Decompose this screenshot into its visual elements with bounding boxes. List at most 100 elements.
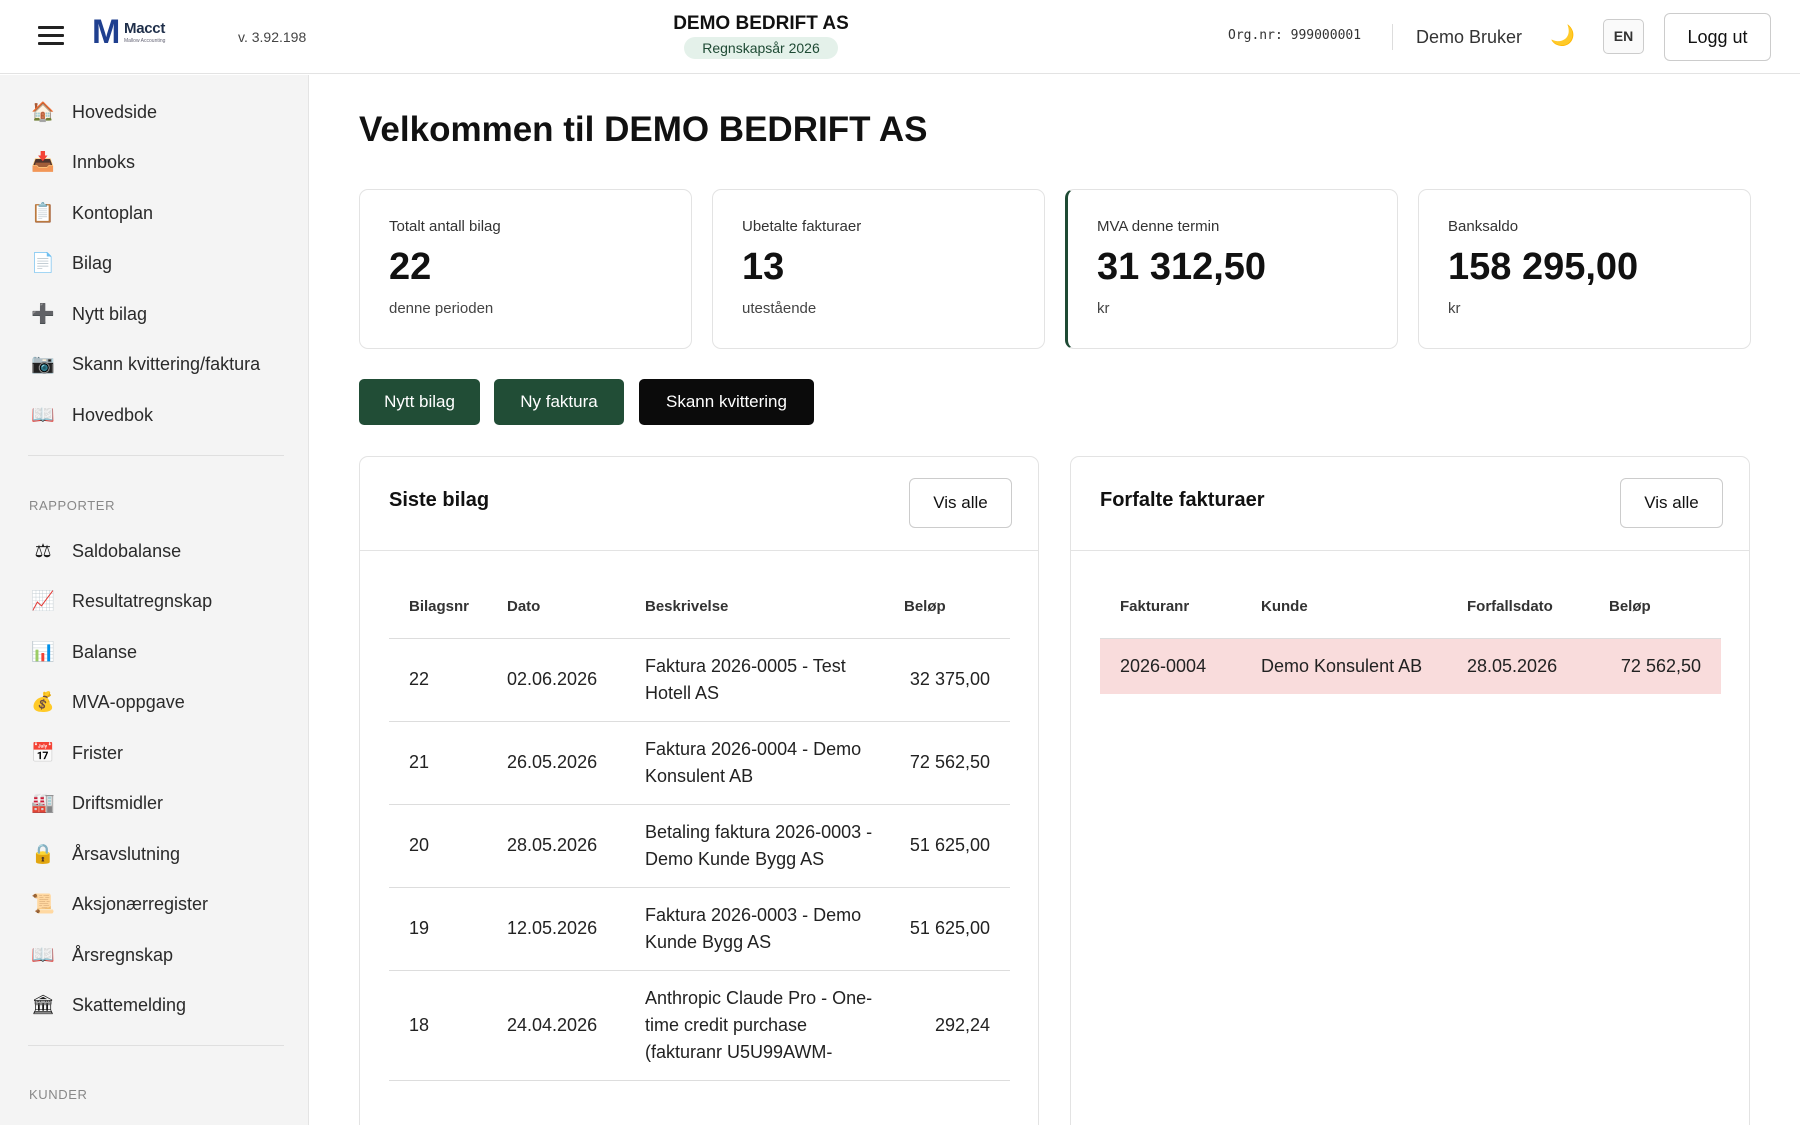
- table-header-row: Bilagsnr Dato Beskrivelse Beløp: [389, 576, 1010, 639]
- sidebar-item-saldobalanse[interactable]: ⚖ Saldobalanse: [0, 530, 309, 574]
- table-row[interactable]: 22 02.06.2026 Faktura 2026-0005 - Test H…: [389, 638, 1010, 722]
- top-header: M Macct Mallow Accounting v. 3.92.198 DE…: [0, 0, 1800, 74]
- invoice-number: 2026-0004: [1100, 638, 1241, 694]
- column-header[interactable]: Dato: [487, 576, 625, 639]
- sidebar-item-label: Nytt bilag: [72, 304, 148, 324]
- sidebar-item-driftsmidler[interactable]: 🏭 Driftsmidler: [0, 782, 309, 826]
- stat-card-vouchers: Totalt antall bilag 22 denne perioden: [359, 189, 692, 349]
- bar-chart-icon: 📊: [31, 642, 55, 663]
- column-header[interactable]: Beskrivelse: [625, 576, 884, 639]
- sidebar-item-label: Frister: [72, 743, 123, 763]
- stat-value: 13: [742, 246, 785, 288]
- column-header[interactable]: Bilagsnr: [389, 576, 487, 639]
- sidebar-item-label: Årsavslutning: [72, 844, 181, 864]
- dark-mode-icon[interactable]: 🌙: [1550, 23, 1575, 48]
- stat-value: 158 295,00: [1448, 246, 1639, 288]
- scan-receipt-button[interactable]: Skann kvittering: [639, 379, 814, 425]
- panel-title: Forfalte fakturaer: [1100, 489, 1265, 511]
- logo-tagline: Mallow Accounting: [124, 38, 166, 44]
- sidebar-item-label: Skann kvittering/faktura: [72, 354, 261, 374]
- voucher-date: 12.05.2026: [487, 887, 625, 971]
- voucher-description: Faktura 2026-0003 - Demo Kunde Bygg AS: [625, 887, 884, 971]
- column-header[interactable]: Beløp: [884, 576, 1010, 639]
- view-all-vouchers-button[interactable]: Vis alle: [909, 478, 1012, 528]
- new-voucher-button[interactable]: Nytt bilag: [359, 379, 480, 425]
- sidebar-item-label: Balanse: [72, 642, 138, 662]
- stat-card-vat: MVA denne termin 31 312,50 kr: [1065, 189, 1398, 349]
- sidebar-item-label: Bilag: [72, 253, 113, 273]
- sidebar-item-label: Resultatregnskap: [72, 591, 213, 611]
- app-logo[interactable]: M Macct Mallow Accounting: [92, 13, 182, 51]
- sidebar-item-nytt-bilag[interactable]: ➕ Nytt bilag: [0, 293, 309, 337]
- column-header[interactable]: Beløp: [1589, 576, 1721, 639]
- scales-icon: ⚖: [34, 541, 52, 562]
- voucher-date: 26.05.2026: [487, 721, 625, 805]
- sidebar-item-skann[interactable]: 📷 Skann kvittering/faktura: [0, 343, 309, 387]
- sidebar-item-label: Driftsmidler: [72, 793, 164, 813]
- scroll-icon: 📜: [31, 894, 55, 915]
- panel-title: Siste bilag: [389, 489, 490, 511]
- panel-divider: [1071, 550, 1749, 551]
- sidebar-item-skattemelding[interactable]: 🏛 Skattemelding: [0, 984, 309, 1028]
- sidebar-item-arsregnskap[interactable]: 📖 Årsregnskap: [0, 934, 309, 978]
- sidebar-item-label: MVA-oppgave: [72, 692, 185, 712]
- stat-subtext: denne perioden: [389, 300, 494, 317]
- table-row[interactable]: 21 26.05.2026 Faktura 2026-0004 - Demo K…: [389, 721, 1010, 805]
- sidebar-item-resultatregnskap[interactable]: 📈 Resultatregnskap: [0, 580, 309, 624]
- recent-vouchers-panel: Siste bilag Vis alle Bilagsnr Dato Beskr…: [359, 456, 1039, 1125]
- sidebar-item-frister[interactable]: 📅 Frister: [0, 732, 309, 776]
- sidebar-item-balanse[interactable]: 📊 Balanse: [0, 631, 309, 675]
- factory-icon: 🏭: [31, 793, 55, 814]
- sidebar-divider: [28, 1045, 284, 1046]
- section-title-rapporter: RAPPORTER: [29, 498, 116, 513]
- voucher-date: 02.06.2026: [487, 638, 625, 722]
- voucher-number: 21: [389, 721, 487, 805]
- sidebar-item-kontoplan[interactable]: 📋 Kontoplan: [0, 192, 309, 236]
- voucher-amount: 51 625,00: [884, 804, 1010, 888]
- sidebar-item-label: Årsregnskap: [72, 945, 174, 965]
- sidebar-divider: [28, 455, 284, 456]
- logout-button[interactable]: Logg ut: [1664, 13, 1771, 61]
- org-number: Org.nr: 999000001: [1228, 28, 1362, 43]
- menu-icon[interactable]: [38, 26, 64, 46]
- app-version: v. 3.92.198: [238, 29, 307, 45]
- voucher-amount: 51 625,00: [884, 887, 1010, 971]
- book-icon: 📖: [31, 405, 55, 426]
- logo-mark: M: [92, 13, 121, 51]
- voucher-description: Anthropic Claude Pro - One-time credit p…: [625, 970, 884, 1081]
- sidebar-item-hovedside[interactable]: 🏠 Hovedside: [0, 91, 309, 135]
- user-name: Demo Bruker: [1416, 27, 1523, 47]
- voucher-description: Faktura 2026-0004 - Demo Konsulent AB: [625, 721, 884, 805]
- stat-value: 31 312,50: [1097, 246, 1267, 288]
- sidebar-item-label: Kontoplan: [72, 203, 154, 223]
- new-invoice-button[interactable]: Ny faktura: [494, 379, 624, 425]
- stat-card-bank-balance: Banksaldo 158 295,00 kr: [1418, 189, 1751, 349]
- table-row[interactable]: 19 12.05.2026 Faktura 2026-0003 - Demo K…: [389, 887, 1010, 971]
- column-header[interactable]: Fakturanr: [1100, 576, 1241, 639]
- voucher-amount: 292,24: [884, 970, 1010, 1081]
- sidebar-item-hovedbok[interactable]: 📖 Hovedbok: [0, 394, 309, 438]
- language-button[interactable]: EN: [1603, 19, 1644, 54]
- view-all-invoices-button[interactable]: Vis alle: [1620, 478, 1723, 528]
- table-row[interactable]: 18 24.04.2026 Anthropic Claude Pro - One…: [389, 970, 1010, 1081]
- sidebar-item-bilag[interactable]: 📄 Bilag: [0, 242, 309, 286]
- stat-card-unpaid-invoices: Ubetalte fakturaer 13 utestående: [712, 189, 1045, 349]
- camera-icon: 📷: [31, 354, 55, 375]
- fiscal-year-badge: Regnskapsår 2026: [684, 37, 838, 59]
- column-header[interactable]: Forfallsdato: [1447, 576, 1589, 639]
- sidebar-item-mva-oppgave[interactable]: 💰 MVA-oppgave: [0, 681, 309, 725]
- overdue-invoices-panel: Forfalte fakturaer Vis alle Fakturanr Ku…: [1070, 456, 1750, 1125]
- column-header[interactable]: Kunde: [1241, 576, 1447, 639]
- sidebar-item-aksjonaerregister[interactable]: 📜 Aksjonærregister: [0, 883, 309, 927]
- logo-text: Macct: [124, 20, 166, 37]
- sidebar-item-arsavslutning[interactable]: 🔒 Årsavslutning: [0, 833, 309, 877]
- money-bag-icon: 💰: [31, 692, 55, 713]
- table-row[interactable]: 20 28.05.2026 Betaling faktura 2026-0003…: [389, 804, 1010, 888]
- calendar-icon: 📅: [31, 743, 55, 764]
- table-row[interactable]: 2026-0004 Demo Konsulent AB 28.05.2026 7…: [1100, 638, 1721, 694]
- document-icon: 📄: [31, 253, 55, 274]
- stat-label: Totalt antall bilag: [389, 218, 501, 235]
- company-name: DEMO BEDRIFT AS: [673, 13, 849, 34]
- stat-subtext: kr: [1448, 300, 1461, 317]
- sidebar-item-innboks[interactable]: 📥 Innboks: [0, 141, 309, 185]
